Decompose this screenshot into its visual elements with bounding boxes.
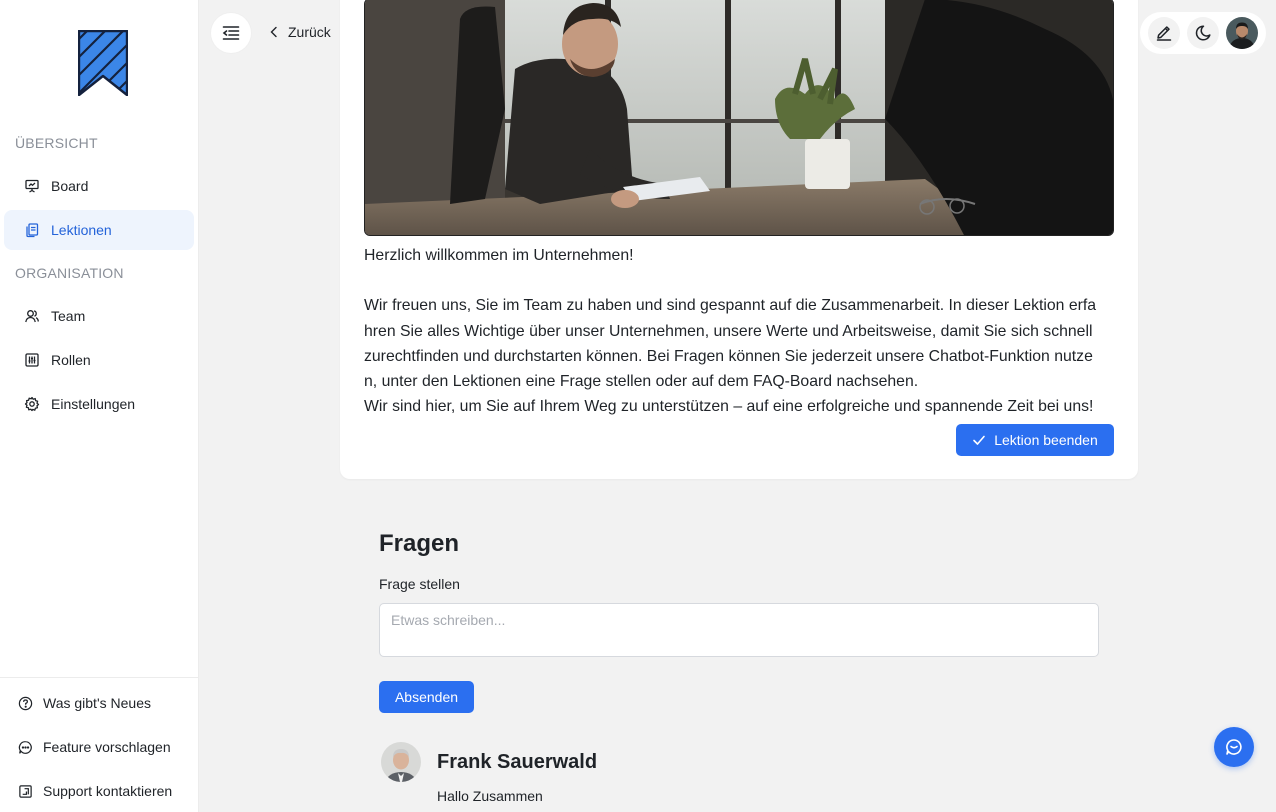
lesson-spacer xyxy=(364,268,1114,293)
whats-new-label: Was gibt's Neues xyxy=(43,695,151,711)
lesson-paragraph-line: Wir freuen uns, Sie im Team zu haben und… xyxy=(364,297,1097,315)
back-link[interactable]: Zurück xyxy=(268,24,331,40)
theme-toggle-button[interactable] xyxy=(1186,17,1219,49)
sidebar-item-label: Rollen xyxy=(51,352,91,368)
user-avatar[interactable] xyxy=(1226,17,1259,49)
sidebar-item-lektionen[interactable]: Lektionen xyxy=(4,210,194,250)
section-title-organisation: ORGANISATION xyxy=(15,265,124,281)
back-label: Zurück xyxy=(288,24,331,40)
message-dots-icon xyxy=(18,740,33,755)
lesson-paragraph-line: zurechtfinden und durchstarten können. B… xyxy=(364,347,1093,365)
section-title-uebersicht: ÜBERSICHT xyxy=(15,135,98,151)
comment-author: Frank Sauerwald xyxy=(437,751,598,773)
check-icon xyxy=(972,433,986,447)
sidebar-item-label: Lektionen xyxy=(51,222,112,238)
copy-icon xyxy=(24,222,40,238)
sliders-icon xyxy=(24,352,40,368)
sidebar-item-board[interactable]: Board xyxy=(4,166,194,206)
help-circle-icon xyxy=(18,696,33,711)
sidebar-item-label: Team xyxy=(51,308,86,324)
presentation-icon xyxy=(24,178,40,194)
questions-title: Fragen xyxy=(379,530,460,557)
users-icon xyxy=(24,308,40,324)
lesson-paragraph-line: Wir sind hier, um Sie auf Ihrem Weg zu u… xyxy=(364,398,1094,416)
edit-button[interactable] xyxy=(1147,17,1180,49)
chevron-left-icon xyxy=(268,26,280,38)
finish-lesson-label: Lektion beenden xyxy=(994,432,1098,448)
sidebar-item-label: Board xyxy=(51,178,89,194)
indent-menu-icon xyxy=(221,23,241,43)
suggest-feature-label: Feature vorschlagen xyxy=(43,739,171,755)
lesson-hero-image xyxy=(364,0,1114,236)
logo-icon[interactable] xyxy=(78,30,128,96)
moon-icon xyxy=(1194,24,1212,42)
sidebar-item-rollen[interactable]: Rollen xyxy=(4,340,194,380)
question-input-label: Frage stellen xyxy=(379,576,460,592)
sidebar: ÜBERSICHT Board Lektionen ORGANISATION T… xyxy=(0,0,199,812)
pencil-icon xyxy=(1155,24,1173,42)
menu-toggle-button[interactable] xyxy=(211,13,251,53)
comment-avatar xyxy=(381,742,421,782)
sidebar-item-einstellungen[interactable]: Einstellungen xyxy=(4,384,194,424)
chat-bubble-icon xyxy=(1224,737,1244,757)
send-button[interactable]: Absenden xyxy=(379,681,474,713)
question-input[interactable] xyxy=(379,603,1099,657)
lesson-text: Herzlich willkommen im Unternehmen! Wir … xyxy=(364,243,1114,419)
lesson-paragraph-line: hren Sie alles Wichtige über unser Unter… xyxy=(364,322,1093,340)
gear-icon xyxy=(24,396,40,412)
lesson-heading-line: Herzlich willkommen im Unternehmen! xyxy=(364,247,634,264)
top-right-toolbar xyxy=(1140,12,1266,54)
lesson-paragraph-line: n, unter den Lektionen eine Frage stelle… xyxy=(364,373,919,390)
contact-support-link[interactable]: Support kontaktieren xyxy=(18,779,172,803)
whats-new-link[interactable]: Was gibt's Neues xyxy=(18,691,151,715)
sidebar-item-label: Einstellungen xyxy=(51,396,136,412)
contact-support-label: Support kontaktieren xyxy=(43,783,173,799)
sidebar-item-team[interactable]: Team xyxy=(4,296,194,336)
chatbot-button[interactable] xyxy=(1214,727,1254,767)
finish-lesson-button[interactable]: Lektion beenden xyxy=(956,424,1114,456)
sidebar-bottom xyxy=(0,677,199,678)
comment-text: Hallo Zusammen xyxy=(437,788,543,804)
suggest-feature-link[interactable]: Feature vorschlagen xyxy=(18,735,171,759)
support-icon xyxy=(18,784,33,799)
